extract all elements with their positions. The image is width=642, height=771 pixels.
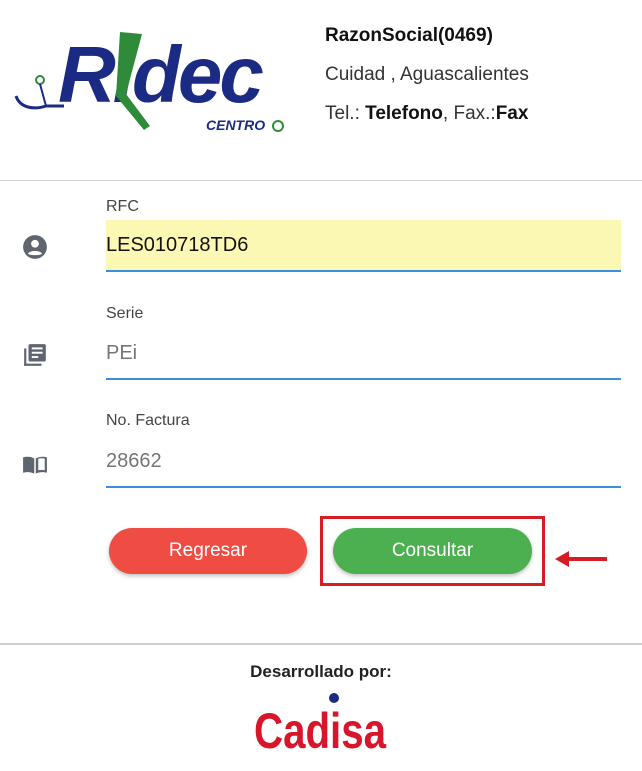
tel-value: Telefono xyxy=(365,103,443,124)
rfc-input[interactable] xyxy=(106,220,621,272)
footer-divider xyxy=(0,643,642,645)
tel-label: Tel.: xyxy=(325,103,360,124)
rfc-label: RFC xyxy=(106,198,139,215)
cadisa-logo: Cadisa xyxy=(254,693,387,756)
company-info: RazonSocial(0469) Cuidad , Aguascaliente… xyxy=(325,16,529,133)
company-contact: Tel.: Telefono, Fax.:Fax xyxy=(325,94,529,133)
library-books-icon xyxy=(24,344,46,366)
company-name: RazonSocial(0469) xyxy=(325,25,493,46)
annotation-arrow-icon xyxy=(555,551,607,567)
logo-subtitle: CENTRO xyxy=(206,117,265,133)
fax-value: Fax xyxy=(495,103,529,124)
company-location: Cuidad , Aguascalientes xyxy=(325,64,529,85)
serie-input[interactable] xyxy=(106,328,621,380)
cadisa-wordmark: Cadisa xyxy=(254,703,387,756)
header: Ridec CENTRO RazonSocial(0469) Cuidad , … xyxy=(0,0,642,180)
fax-label: , Fax.: xyxy=(442,103,496,124)
serie-label: Serie xyxy=(106,305,144,322)
header-divider xyxy=(0,180,642,181)
book-icon xyxy=(23,456,47,474)
factura-label: No. Factura xyxy=(106,412,190,429)
ridec-logo: Ridec CENTRO xyxy=(14,30,284,133)
account-circle-icon xyxy=(23,235,47,259)
developed-by-label: Desarrollado por: xyxy=(250,662,392,681)
factura-input[interactable] xyxy=(106,436,621,488)
logo-wordmark: Ridec xyxy=(58,30,263,119)
annotation-highlight-box xyxy=(320,516,545,586)
regresar-button[interactable]: Regresar xyxy=(109,528,307,574)
